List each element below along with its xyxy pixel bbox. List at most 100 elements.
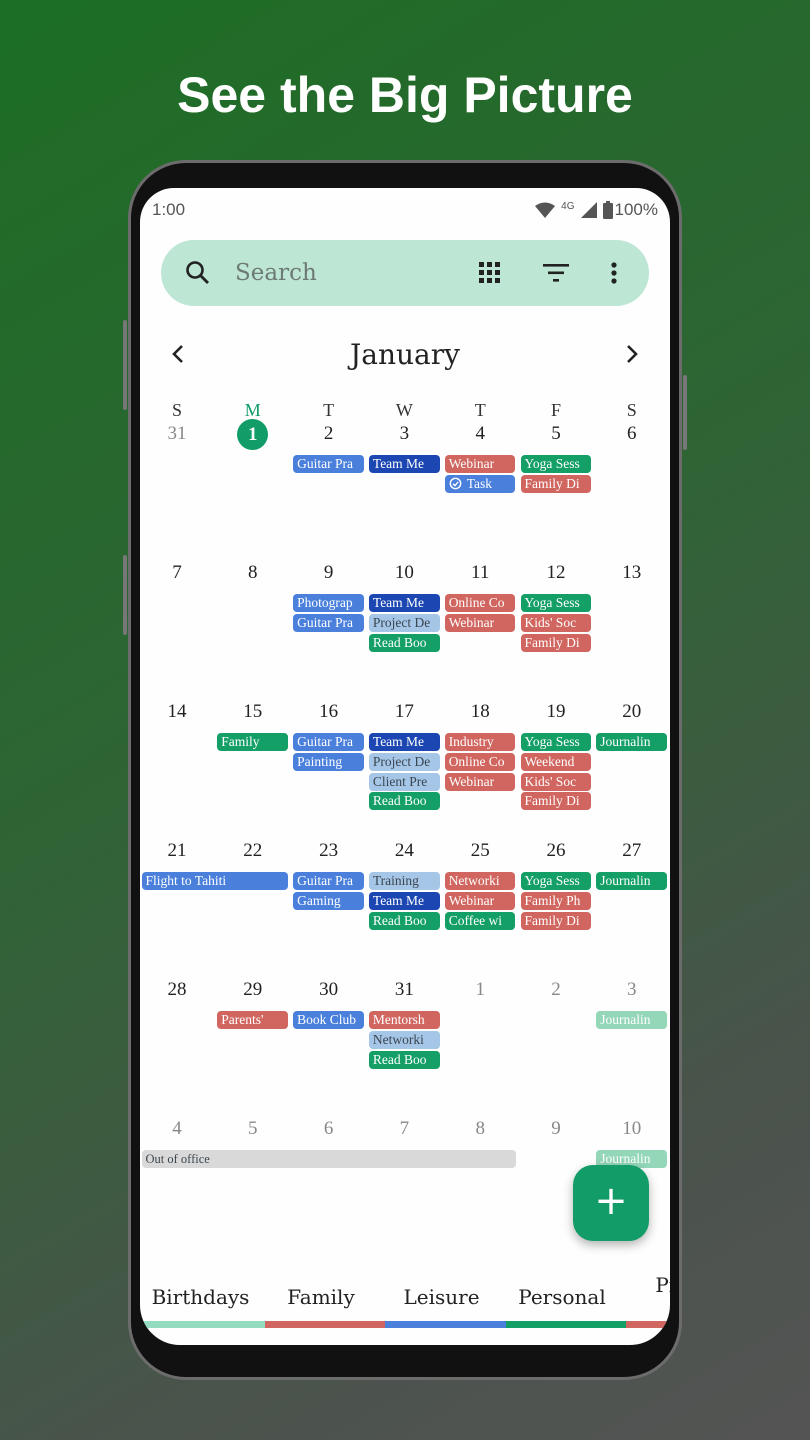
event-chip[interactable]: Family Di <box>520 911 592 930</box>
event-chip[interactable]: Family Ph <box>520 891 592 910</box>
event-chip[interactable]: Project De <box>368 752 440 771</box>
event-chip[interactable]: Yoga Sess <box>520 733 592 751</box>
day-cell[interactable]: 23 <box>291 840 367 862</box>
day-cell[interactable]: 24 <box>366 840 442 862</box>
event-chip[interactable]: Yoga Sess <box>520 455 592 473</box>
day-cell[interactable]: 7 <box>140 562 215 584</box>
day-cell[interactable]: 7 <box>366 1118 442 1140</box>
tab-leisure[interactable]: Leisure <box>381 1285 502 1309</box>
next-month-button[interactable] <box>612 338 652 371</box>
event-chip[interactable]: Journalin <box>596 733 668 751</box>
event-chip[interactable]: Webinar <box>444 613 516 632</box>
event-chip[interactable]: Kids' Soc <box>520 772 592 791</box>
event-chip[interactable]: Webinar <box>444 455 516 473</box>
event-chip[interactable]: Painting <box>293 752 364 771</box>
event-chip[interactable]: Training <box>368 872 440 890</box>
event-chip[interactable]: Family Di <box>520 792 592 811</box>
event-chip[interactable]: Networki <box>368 1030 440 1049</box>
event-chip[interactable]: Family Di <box>520 474 592 493</box>
event-chip[interactable]: Task <box>444 474 516 493</box>
day-cell[interactable]: 10 <box>594 1118 670 1140</box>
day-cell[interactable]: 18 <box>442 701 518 723</box>
event-chip[interactable]: Online Co <box>444 752 516 771</box>
day-cell[interactable]: 29 <box>215 979 291 1001</box>
day-cell[interactable]: 6 <box>594 423 670 445</box>
event-chip[interactable]: Parents' <box>217 1011 289 1029</box>
event-chip[interactable]: Yoga Sess <box>520 872 592 890</box>
event-chip[interactable]: Read Boo <box>368 792 440 811</box>
event-chip[interactable]: Photograp <box>293 594 364 612</box>
day-cell[interactable]: 17 <box>366 701 442 723</box>
event-chip[interactable]: Project De <box>368 613 440 632</box>
day-cell[interactable]: 2 <box>518 979 594 1001</box>
tab-personal[interactable]: Personal <box>502 1285 623 1309</box>
event-chip[interactable]: Read Boo <box>368 1050 440 1069</box>
search-icon[interactable] <box>175 250 221 296</box>
event-chip[interactable]: Kids' Soc <box>520 613 592 632</box>
tab-profe[interactable]: Profe <box>622 1273 670 1297</box>
day-cell[interactable]: 21 <box>140 840 215 862</box>
tab-family[interactable]: Family <box>261 1285 382 1309</box>
event-chip[interactable]: Webinar <box>444 891 516 910</box>
day-cell[interactable]: 10 <box>366 562 442 584</box>
day-cell[interactable]: 5 <box>215 1118 291 1140</box>
day-cell[interactable]: 12 <box>518 562 594 584</box>
day-cell[interactable]: 28 <box>140 979 215 1001</box>
event-chip[interactable]: Family <box>217 733 289 751</box>
event-chip[interactable]: Online Co <box>444 594 516 612</box>
event-chip[interactable]: Yoga Sess <box>520 594 592 612</box>
grid-icon[interactable] <box>467 250 513 296</box>
event-chip[interactable]: Guitar Pra <box>293 455 364 473</box>
event-chip[interactable]: Read Boo <box>368 911 440 930</box>
more-vert-icon[interactable] <box>591 250 637 296</box>
day-cell[interactable]: 3 <box>366 423 442 445</box>
day-cell[interactable]: 25 <box>442 840 518 862</box>
event-chip[interactable]: Gaming <box>293 891 364 910</box>
day-cell[interactable]: 31 <box>140 423 215 445</box>
day-cell[interactable]: 22 <box>215 840 291 862</box>
search-bar[interactable]: Search <box>161 240 649 306</box>
tab-birthdays[interactable]: Birthdays <box>140 1285 261 1309</box>
event-chip[interactable]: Networki <box>444 872 516 890</box>
day-cell[interactable]: 20 <box>594 701 670 723</box>
day-cell[interactable]: 11 <box>442 562 518 584</box>
day-cell[interactable]: 3 <box>594 979 670 1001</box>
event-chip[interactable]: Team Me <box>368 455 440 473</box>
event-chip[interactable]: Out of office <box>141 1150 516 1168</box>
event-chip[interactable]: Industry <box>444 733 516 751</box>
event-chip[interactable]: Guitar Pra <box>293 872 364 890</box>
event-chip[interactable]: Book Club <box>293 1011 364 1029</box>
event-chip[interactable]: Journalin <box>596 872 668 890</box>
event-chip[interactable]: Guitar Pra <box>293 613 364 632</box>
day-cell[interactable]: 9 <box>291 562 367 584</box>
day-cell[interactable]: 4 <box>140 1118 215 1140</box>
day-cell[interactable]: 9 <box>518 1118 594 1140</box>
event-chip[interactable]: Team Me <box>368 891 440 910</box>
event-chip[interactable]: Coffee wi <box>444 911 516 930</box>
day-cell[interactable]: 27 <box>594 840 670 862</box>
filter-icon[interactable] <box>533 250 579 296</box>
day-cell[interactable]: 15 <box>215 701 291 723</box>
event-chip[interactable]: Team Me <box>368 594 440 612</box>
day-cell[interactable]: 5 <box>518 423 594 445</box>
event-chip[interactable]: Webinar <box>444 772 516 791</box>
day-cell[interactable]: 2 <box>291 423 367 445</box>
day-cell[interactable]: 30 <box>291 979 367 1001</box>
event-chip[interactable]: Team Me <box>368 733 440 751</box>
event-chip[interactable]: Journalin <box>596 1011 668 1029</box>
day-cell[interactable]: 16 <box>291 701 367 723</box>
event-chip[interactable]: Weekend <box>520 752 592 771</box>
day-cell[interactable]: 1 <box>442 979 518 1001</box>
day-cell[interactable]: 19 <box>518 701 594 723</box>
day-cell[interactable]: 8 <box>442 1118 518 1140</box>
day-cell[interactable]: 31 <box>366 979 442 1001</box>
day-cell[interactable]: 26 <box>518 840 594 862</box>
day-cell[interactable]: 8 <box>215 562 291 584</box>
search-input[interactable]: Search <box>235 260 467 286</box>
event-chip[interactable]: Client Pre <box>368 772 440 791</box>
day-cell[interactable]: 13 <box>594 562 670 584</box>
add-event-button[interactable]: + <box>573 1165 649 1241</box>
day-cell[interactable]: 1 <box>215 419 291 450</box>
event-chip[interactable]: Flight to Tahiti <box>141 872 289 890</box>
day-cell[interactable]: 6 <box>291 1118 367 1140</box>
